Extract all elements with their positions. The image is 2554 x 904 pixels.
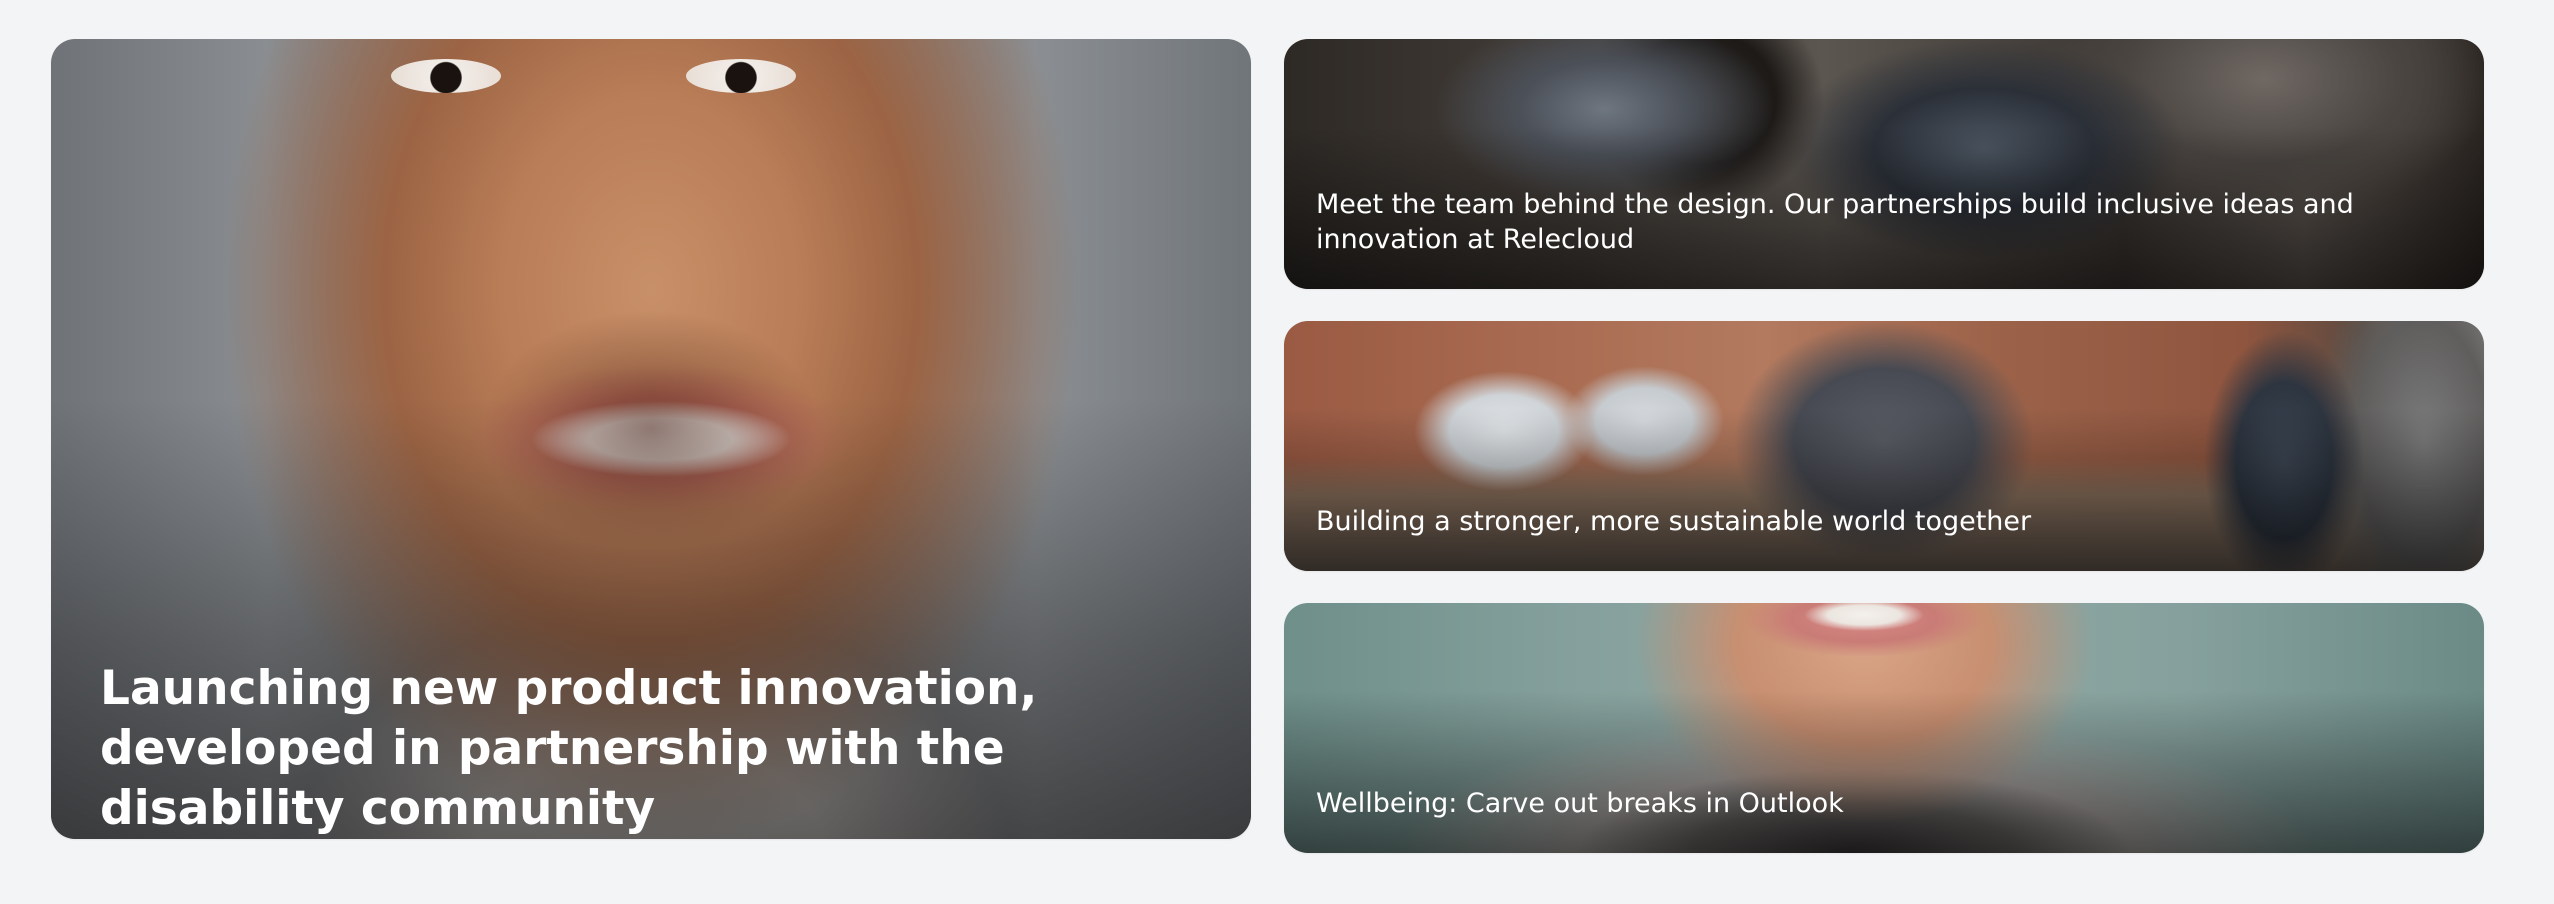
story-card-team[interactable]: Meet the team behind the design. Our par… <box>1284 39 2484 289</box>
hero-story-card[interactable]: Launching new product innovation, develo… <box>51 39 1251 839</box>
story-title-team[interactable]: Meet the team behind the design. Our par… <box>1316 187 2456 257</box>
story-title-sustainable[interactable]: Building a stronger, more sustainable wo… <box>1316 504 2456 539</box>
story-title-wellbeing[interactable]: Wellbeing: Carve out breaks in Outlook <box>1316 786 2456 821</box>
hero-story-title[interactable]: Launching new product innovation, develo… <box>100 659 1180 839</box>
news-hero-section: Launching new product innovation, develo… <box>0 0 2554 904</box>
story-card-sustainable[interactable]: Building a stronger, more sustainable wo… <box>1284 321 2484 571</box>
story-card-wellbeing[interactable]: Wellbeing: Carve out breaks in Outlook <box>1284 603 2484 853</box>
